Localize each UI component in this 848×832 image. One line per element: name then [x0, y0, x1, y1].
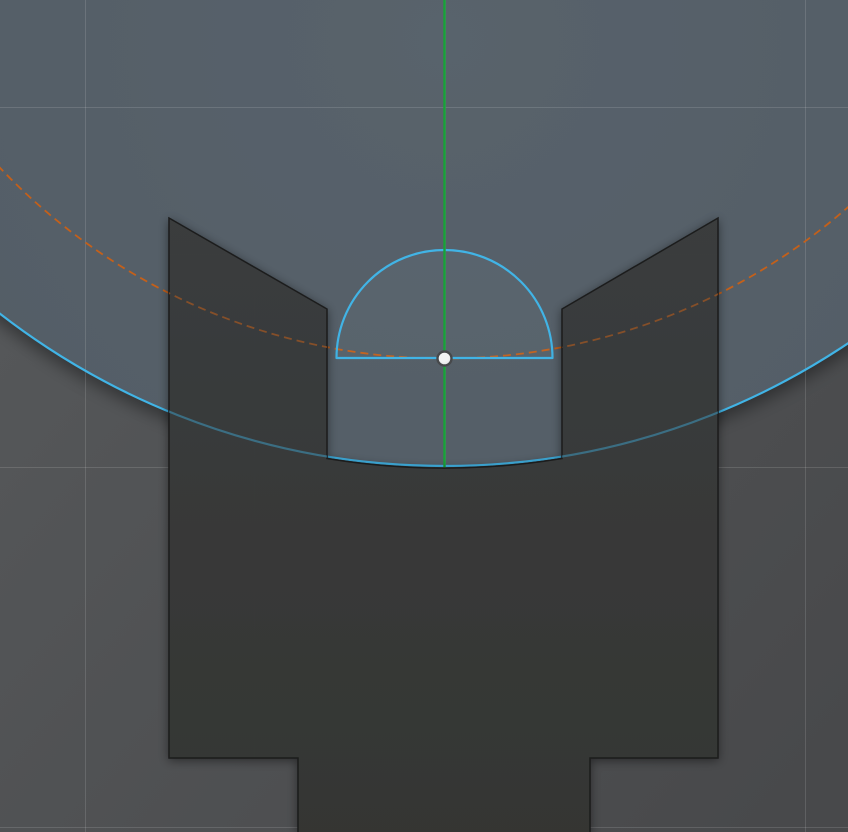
- sketch-canvas: [0, 0, 848, 832]
- sketch-point[interactable]: [438, 352, 452, 366]
- cad-viewport: [0, 0, 848, 832]
